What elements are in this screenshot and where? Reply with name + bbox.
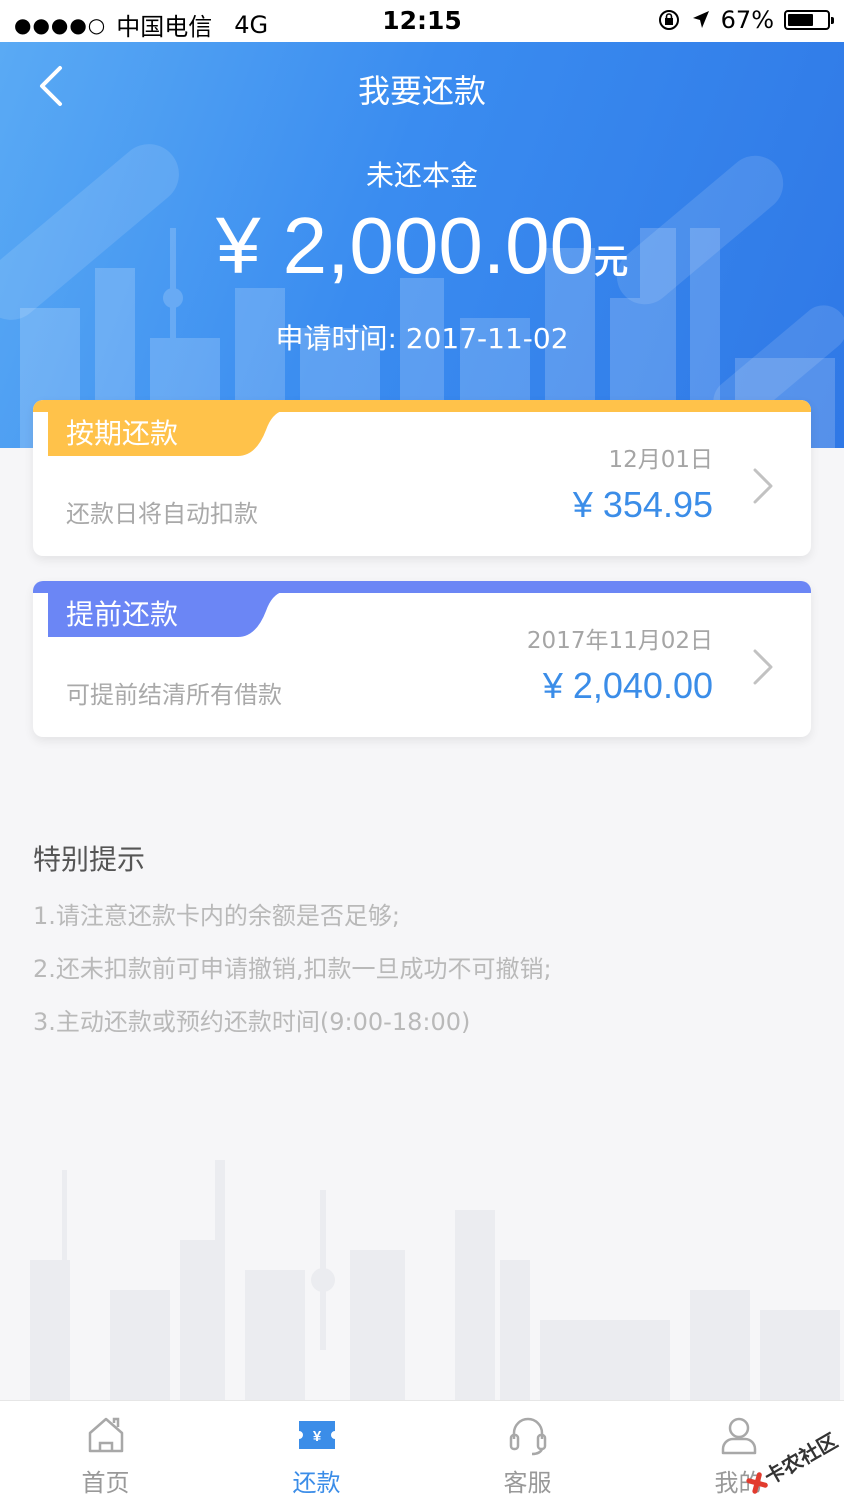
battery-fill: [788, 14, 813, 26]
status-bar: ●●●●○ 中国电信 4G 12:15 67%: [0, 0, 844, 42]
scheduled-repayment-card[interactable]: 按期还款 12月01日 还款日将自动扣款 ¥ 354.95: [33, 400, 811, 556]
tab-home[interactable]: 首页: [0, 1401, 211, 1500]
page-title: 我要还款: [357, 72, 486, 110]
hero-header: 我要还款 未还本金 ¥ 2,000.00元 申请时间: 2017-11-02: [0, 42, 844, 448]
tab-repay[interactable]: ¥ 还款: [211, 1401, 422, 1500]
rotation-lock-icon: [658, 10, 679, 30]
chevron-right-icon: [753, 649, 773, 685]
chevron-right-icon: [753, 468, 773, 504]
tips-title: 特别提示: [33, 843, 146, 876]
bottom-tab-bar: 首页 ¥ 还款 客服 我的: [0, 1400, 844, 1500]
tab-label: 客服: [503, 1469, 552, 1497]
kanong-watermark-logo: 卡农社区: [746, 1428, 842, 1494]
card-description: 可提前结清所有借款: [66, 681, 282, 709]
tip-item: 1.请注意还款卡内的余额是否足够;: [33, 902, 400, 930]
headset-icon: [509, 1417, 546, 1456]
repayment-date: 2017年11月02日: [526, 628, 713, 654]
tab-label: 还款: [292, 1469, 341, 1497]
bottom-skyline-illustration: [30, 1160, 840, 1400]
repayment-amount: ¥ 354.95: [572, 484, 713, 525]
card-tab-label: 提前还款: [66, 598, 179, 631]
tab-label: 首页: [81, 1469, 130, 1497]
battery-icon: [784, 10, 834, 30]
card-description: 还款日将自动扣款: [66, 500, 258, 528]
principal-amount-row: ¥ 2,000.00元: [0, 200, 844, 292]
repayment-date: 12月01日: [608, 447, 713, 473]
tab-service[interactable]: 客服: [422, 1401, 633, 1500]
battery-percent: 67%: [720, 6, 774, 34]
principal-amount: ¥ 2,000.00: [215, 201, 595, 290]
repayment-amount: ¥ 2,040.00: [542, 665, 713, 706]
early-repayment-card[interactable]: 提前还款 2017年11月02日 可提前结清所有借款 ¥ 2,040.00: [33, 581, 811, 737]
principal-label: 未还本金: [365, 159, 478, 192]
tip-item: 2.还未扣款前可申请撤销,扣款一旦成功不可撤销;: [33, 955, 552, 983]
status-right: 67%: [657, 6, 834, 34]
apply-time: 申请时间: 2017-11-02: [275, 322, 569, 355]
location-icon: [692, 11, 709, 28]
svg-text:¥: ¥: [312, 1428, 321, 1445]
principal-unit: 元: [594, 243, 629, 281]
svg-text:卡农社区: 卡农社区: [760, 1428, 841, 1489]
repay-ticket-icon: ¥: [298, 1421, 335, 1449]
tip-item: 3.主动还款或预约还款时间(9:00-18:00): [33, 1008, 471, 1036]
card-tab-label: 按期还款: [66, 417, 179, 450]
home-icon: [88, 1417, 123, 1453]
